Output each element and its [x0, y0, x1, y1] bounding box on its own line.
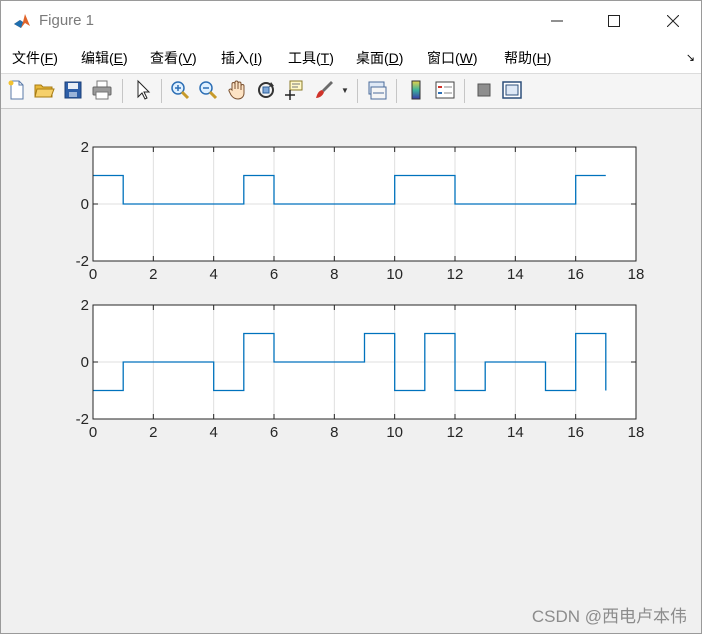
pointer-icon: [137, 79, 151, 100]
x-tick-label: 12: [447, 266, 464, 283]
link-plot-icon: [368, 81, 387, 100]
save-icon: [64, 81, 82, 99]
menu-overflow-arrow-icon[interactable]: ↘: [686, 51, 695, 64]
y-tick-label: -2: [76, 411, 89, 428]
figure-toolbar: ▼: [1, 73, 701, 109]
print-button[interactable]: [91, 79, 113, 101]
y-tick-label: 2: [81, 139, 89, 156]
x-tick-label: 8: [330, 266, 338, 283]
brush-dropdown-icon[interactable]: ▼: [341, 86, 349, 95]
x-tick-label: 6: [270, 424, 278, 441]
x-tick-label: 6: [270, 266, 278, 283]
hide-plot-tools-button[interactable]: [473, 79, 495, 101]
menu-tools[interactable]: 工具(T): [288, 48, 334, 68]
show-plot-tools-button[interactable]: [501, 79, 523, 101]
menu-help[interactable]: 帮助(H): [504, 48, 551, 68]
x-tick-label: 10: [386, 424, 403, 441]
print-icon: [92, 80, 112, 100]
menu-window[interactable]: 窗口(W): [427, 48, 478, 68]
toolbar-separator: [396, 79, 397, 103]
toolbar-separator: [464, 79, 465, 103]
menu-insert[interactable]: 插入(I): [221, 48, 262, 68]
colorbar-icon: [411, 80, 421, 100]
close-icon: [667, 15, 679, 27]
data-cursor-button[interactable]: [283, 79, 305, 101]
x-tick-label: 4: [209, 424, 217, 441]
maximize-button[interactable]: [592, 5, 636, 37]
menu-edit[interactable]: 编辑(E): [81, 48, 128, 68]
figure-window: Figure 1 文件(F) 编辑(E) 查看(V) 插入(I) 工具(T) 桌…: [0, 0, 702, 634]
legend-button[interactable]: [434, 79, 456, 101]
edit-plot-button[interactable]: [132, 79, 154, 101]
new-figure-button[interactable]: [6, 79, 28, 101]
x-tick-label: 8: [330, 424, 338, 441]
x-tick-label: 0: [89, 266, 97, 283]
zoom-out-icon: [199, 81, 218, 100]
x-tick-label: 10: [386, 266, 403, 283]
x-tick-label: 14: [507, 266, 524, 283]
open-file-button[interactable]: [33, 79, 55, 101]
title-bar[interactable]: Figure 1: [1, 1, 701, 41]
zoom-out-button[interactable]: [197, 79, 219, 101]
minimize-button[interactable]: [535, 5, 579, 37]
y-tick-label: -2: [76, 253, 89, 270]
x-tick-label: 16: [567, 266, 584, 283]
rotate-3d-button[interactable]: [255, 79, 277, 101]
link-plot-button[interactable]: [366, 79, 388, 101]
colorbar-button[interactable]: [405, 79, 427, 101]
toolbar-separator: [122, 79, 123, 103]
toolbar-separator: [161, 79, 162, 103]
x-tick-label: 0: [89, 424, 97, 441]
window-title: Figure 1: [39, 12, 95, 29]
y-tick-label: 2: [81, 297, 89, 314]
x-tick-label: 2: [149, 424, 157, 441]
zoom-in-icon: [171, 81, 190, 100]
pan-button[interactable]: [226, 79, 248, 101]
rotate-3d-icon: [258, 82, 274, 98]
new-figure-icon: [8, 80, 24, 100]
pan-hand-icon: [228, 80, 245, 100]
brush-button[interactable]: [313, 79, 335, 101]
menu-file[interactable]: 文件(F): [12, 48, 58, 68]
brush-icon: [316, 81, 333, 98]
data-cursor-icon: [285, 80, 303, 100]
y-tick-label: 0: [81, 354, 89, 371]
close-button[interactable]: [651, 5, 695, 37]
x-tick-label: 18: [628, 266, 645, 283]
menu-bar: 文件(F) 编辑(E) 查看(V) 插入(I) 工具(T) 桌面(D) 窗口(W…: [1, 41, 701, 73]
zoom-in-button[interactable]: [169, 79, 191, 101]
maximize-icon: [608, 15, 620, 27]
save-button[interactable]: [62, 79, 84, 101]
x-tick-label: 14: [507, 424, 524, 441]
x-tick-label: 2: [149, 266, 157, 283]
figure-canvas: 0 2 4 6 8 10 12 14 16 1820-2 0 2 4 6 8 10 12 14 16 1820-2: [76, 139, 645, 441]
minimize-icon: [551, 20, 563, 22]
open-file-icon: [34, 84, 55, 98]
show-plot-tools-icon: [502, 81, 522, 99]
legend-icon: [435, 81, 455, 99]
x-tick-label: 18: [628, 424, 645, 441]
matlab-logo-icon: [12, 11, 32, 31]
menu-desktop[interactable]: 桌面(D): [356, 48, 403, 68]
y-tick-label: 0: [81, 196, 89, 213]
hide-plot-tools-icon: [477, 83, 491, 97]
axes-bottom[interactable]: 0 2 4 6 8 10 12 14 16 1820-2: [76, 297, 645, 441]
x-tick-label: 12: [447, 424, 464, 441]
x-tick-label: 4: [209, 266, 217, 283]
toolbar-separator: [357, 79, 358, 103]
watermark: CSDN @西电卢本伟: [531, 607, 687, 626]
x-tick-label: 16: [567, 424, 584, 441]
menu-view[interactable]: 查看(V): [150, 48, 197, 68]
axes-top[interactable]: 0 2 4 6 8 10 12 14 16 1820-2: [76, 139, 645, 283]
